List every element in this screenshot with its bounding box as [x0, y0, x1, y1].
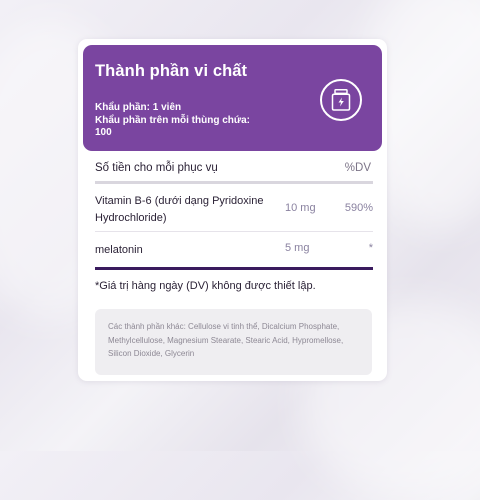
table-bottom-divider [95, 267, 373, 270]
nutrient-amount: 5 mg [285, 242, 310, 254]
serving-size: Khẩu phần: 1 viên [95, 102, 182, 113]
other-ingredients-text: Các thành phần khác: Cellulose vi tinh t… [108, 322, 344, 358]
row-divider [95, 231, 373, 232]
serving-info: Khẩu phần: 1 viên Khẩu phần trên mỗi thù… [95, 102, 295, 140]
amount-per-serving-label: Số tiền cho mỗi phục vụ [95, 162, 218, 174]
other-ingredients-box: Các thành phần khác: Cellulose vi tinh t… [95, 309, 372, 375]
nutrient-name: Vitamin B-6 (dưới dạng Pyridoxine Hydroc… [95, 195, 264, 224]
supplement-facts-card: Thành phần vi chất Khẩu phần: 1 viên Khẩ… [78, 39, 387, 381]
nutrient-dv: * [368, 242, 373, 254]
dv-footnote: *Giá trị hàng ngày (DV) không được thiết… [95, 280, 316, 292]
supplement-jar-icon [320, 79, 362, 121]
nutrient-amount: 10 mg [285, 202, 316, 214]
dv-column-label: %DV [344, 162, 371, 174]
servings-per-container-label: Khẩu phần trên mỗi thùng chứa: [95, 114, 251, 126]
nutrient-dv: 590% [344, 202, 373, 214]
table-row: Vitamin B-6 (dưới dạng Pyridoxine Hydroc… [95, 193, 373, 229]
servings-per-container-value: 100 [95, 127, 112, 138]
table-header: Số tiền cho mỗi phục vụ %DV [95, 162, 371, 174]
table-row: melatonin 5 mg * [95, 242, 373, 260]
nutrient-name: melatonin [95, 244, 143, 256]
panel-title: Thành phần vi chất [95, 62, 248, 80]
supplement-facts-header: Thành phần vi chất Khẩu phần: 1 viên Khẩ… [83, 45, 382, 151]
header-divider [95, 181, 373, 184]
